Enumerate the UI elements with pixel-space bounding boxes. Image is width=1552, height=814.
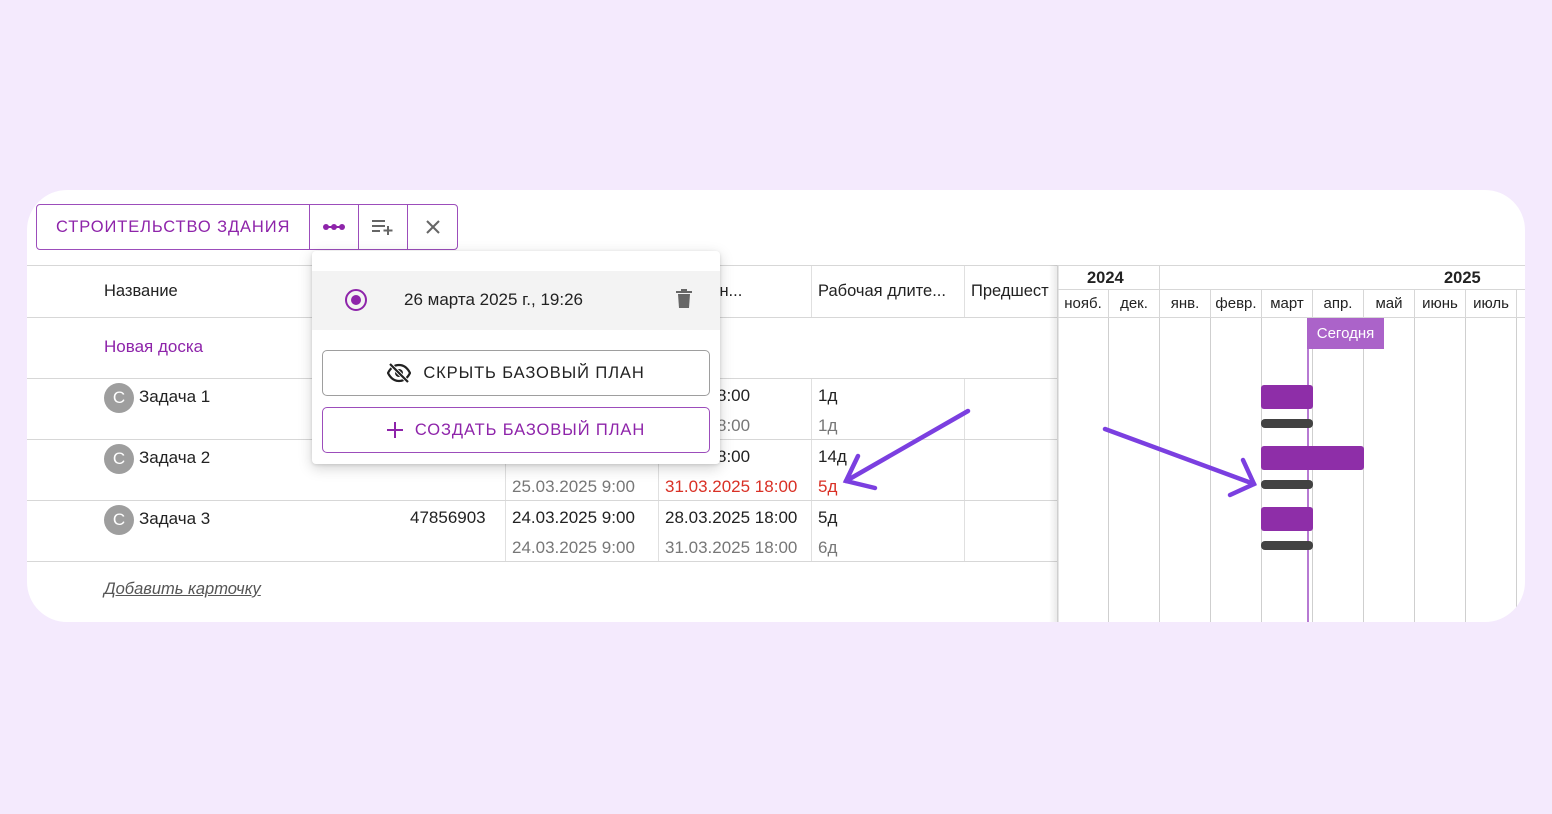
project-toolbar: СТРОИТЕЛЬСТВО ЗДАНИЯ — [36, 204, 459, 250]
task-bar[interactable] — [1261, 446, 1364, 470]
add-row-button[interactable] — [359, 205, 409, 249]
project-title-button[interactable]: СТРОИТЕЛЬСТВО ЗДАНИЯ — [37, 205, 311, 249]
year-row: 2024 2025 — [1058, 265, 1525, 291]
hide-baseline-label: СКРЫТЬ БАЗОВЫЙ ПЛАН — [423, 363, 645, 382]
start-date-baseline: 24.03.2025 9:00 — [512, 538, 635, 557]
end-date-baseline: 31.03.2025 18:00 — [665, 477, 798, 496]
month-label: июнь — [1415, 290, 1466, 317]
grid-line — [1312, 318, 1313, 622]
duration-baseline: 5д — [818, 477, 838, 496]
baseline-button[interactable] — [310, 205, 360, 249]
month-label: нояб. — [1058, 290, 1109, 317]
month-label: янв. — [1160, 290, 1211, 317]
month-label: апр. — [1313, 290, 1364, 317]
task-name[interactable]: Задача 2 — [139, 448, 210, 468]
year-label: 2024 — [1087, 269, 1124, 287]
hide-baseline-button[interactable]: СКРЫТЬ БАЗОВЫЙ ПЛАН — [322, 350, 710, 396]
year-divider — [1159, 266, 1160, 291]
create-baseline-label: СОЗДАТЬ БАЗОВЫЙ ПЛАН — [414, 420, 646, 439]
task-name[interactable]: Задача 1 — [139, 387, 210, 407]
year-label: 2025 — [1444, 269, 1481, 287]
grid-line — [1465, 318, 1466, 622]
cell-duration: 5д 6д — [812, 501, 965, 561]
month-label: май — [1364, 290, 1415, 317]
grid-line — [1414, 318, 1415, 622]
column-header-work-duration[interactable]: Рабочая длите... — [812, 266, 965, 317]
cell-start: 24.03.2025 9:00 24.03.2025 9:00 — [506, 501, 659, 561]
column-header-predecessors[interactable]: Предшест — [965, 266, 1058, 317]
grid-line — [1210, 318, 1211, 622]
task-bar[interactable] — [1261, 385, 1313, 409]
gantt-chart: 2024 2025 нояб. дек. янв. февр. март апр… — [1057, 265, 1525, 622]
grid-line — [1516, 318, 1517, 622]
grid-line — [1159, 318, 1160, 622]
grid-line — [1261, 318, 1262, 622]
board-name[interactable]: Новая доска — [104, 337, 203, 357]
month-label: июль — [1466, 290, 1517, 317]
plus-icon — [386, 422, 403, 438]
cell-duration: 1д 1д — [812, 379, 965, 439]
avatar: С — [104, 383, 134, 413]
timeline-dots-icon — [323, 224, 346, 230]
today-marker: Сегодня — [1307, 318, 1384, 349]
eye-off-icon — [387, 363, 412, 383]
avatar: С — [104, 444, 134, 474]
table-row[interactable]: 47856903 24.03.2025 9:00 24.03.2025 9:00… — [27, 501, 1058, 562]
baseline-menu: 26 марта 2025 г., 19:26 СКРЫТЬ БАЗОВЫЙ П… — [312, 251, 720, 464]
add-card-link[interactable]: Добавить карточку — [104, 580, 261, 599]
radio-selected-icon[interactable] — [345, 289, 367, 311]
baseline-bar — [1261, 541, 1313, 550]
gantt-card: СТРОИТЕЛЬСТВО ЗДАНИЯ Название Рабочая дл… — [27, 190, 1525, 622]
task-name[interactable]: Задача 3 — [139, 509, 210, 529]
month-label: март — [1262, 290, 1313, 317]
duration: 14д — [818, 447, 847, 466]
baseline-bar — [1261, 480, 1313, 489]
month-row: нояб. дек. янв. февр. март апр. май июнь… — [1058, 290, 1525, 318]
end-date: 28.03.2025 18:00 — [665, 508, 798, 527]
cell-end: 28.03.2025 18:00 31.03.2025 18:00 — [659, 501, 812, 561]
cell-id: 47856903 — [404, 501, 506, 561]
duration-baseline: 6д — [818, 538, 838, 557]
month-label: дек. — [1109, 290, 1160, 317]
grid-line — [1108, 318, 1109, 622]
task-id: 47856903 — [410, 508, 486, 527]
close-button[interactable] — [408, 205, 457, 249]
close-icon — [426, 220, 440, 234]
grid-line — [1363, 318, 1364, 622]
start-date-baseline: 25.03.2025 9:00 — [512, 477, 635, 496]
duration-baseline: 1д — [818, 416, 838, 435]
cell-duration: 14д 5д — [812, 440, 965, 500]
baseline-date: 26 марта 2025 г., 19:26 — [404, 290, 584, 309]
create-baseline-button[interactable]: СОЗДАТЬ БАЗОВЫЙ ПЛАН — [322, 407, 710, 453]
start-date: 24.03.2025 9:00 — [512, 508, 635, 527]
month-label: февр. — [1211, 290, 1262, 317]
baseline-item[interactable]: 26 марта 2025 г., 19:26 — [312, 271, 720, 330]
playlist-add-icon — [372, 220, 393, 235]
duration: 1д — [818, 386, 838, 405]
duration: 5д — [818, 508, 838, 527]
trash-icon[interactable] — [675, 289, 693, 309]
baseline-bar — [1261, 419, 1313, 428]
task-bar[interactable] — [1261, 507, 1313, 531]
avatar: С — [104, 505, 134, 535]
end-date-baseline: 31.03.2025 18:00 — [665, 538, 798, 557]
today-line — [1307, 318, 1309, 622]
